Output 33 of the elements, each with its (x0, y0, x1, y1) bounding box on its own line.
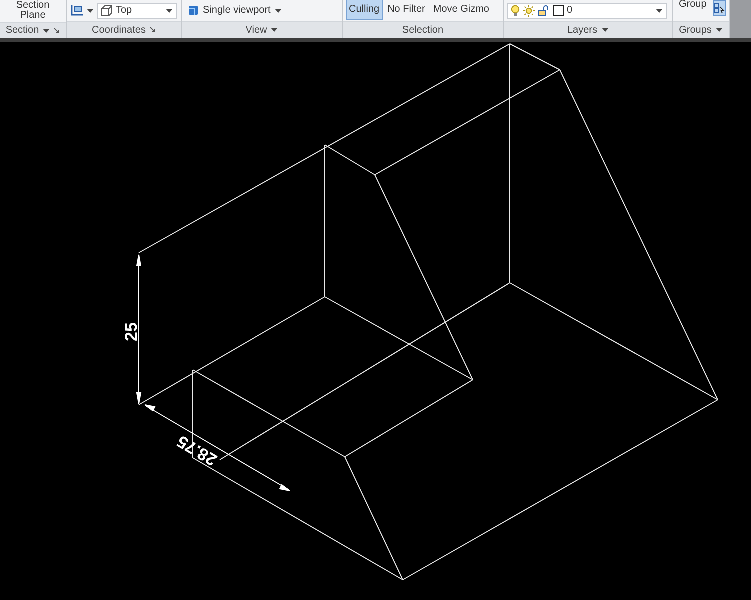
group-selection-icon (714, 2, 725, 14)
caret-icon (274, 8, 282, 13)
caret-icon (602, 28, 608, 32)
view-dropdown[interactable]: Top (97, 2, 177, 19)
selection-option-button[interactable]: No Filter (384, 0, 428, 20)
panel-title: View (246, 24, 268, 36)
panel-title: Coordinates (92, 24, 146, 36)
caret-icon (271, 28, 278, 32)
panel-title: Groups (679, 24, 712, 36)
panel-title: Layers (567, 24, 598, 36)
selection-option-button[interactable]: Culling (346, 0, 383, 20)
caret-icon (716, 28, 723, 32)
color-square-icon (553, 5, 564, 16)
panel-title: Section (6, 25, 40, 36)
ucs-axis-icon[interactable] (70, 4, 84, 18)
dimension-text: 25 (122, 322, 141, 342)
section-plane-button[interactable]: Section Plane (8, 0, 58, 22)
group-selection-toggle[interactable] (712, 0, 726, 16)
ribbon-background (730, 0, 751, 38)
caret-icon (166, 8, 173, 13)
viewport-dropdown[interactable]: Single viewport (185, 4, 285, 18)
dialog-launcher-icon[interactable] (150, 27, 156, 34)
layer-dropdown[interactable]: 0 (507, 2, 667, 19)
sun-icon (523, 4, 535, 17)
dialog-launcher-icon[interactable] (54, 28, 60, 34)
caret-icon (656, 8, 663, 13)
selection-option-button[interactable]: Move Gizmo (430, 0, 492, 20)
caret-icon (87, 8, 94, 13)
unlocked-padlock-icon (538, 4, 550, 17)
panel-title: Selection (402, 24, 444, 36)
group-button[interactable]: Group (676, 0, 710, 11)
lightbulb-icon (511, 4, 520, 17)
caret-icon (43, 28, 50, 32)
